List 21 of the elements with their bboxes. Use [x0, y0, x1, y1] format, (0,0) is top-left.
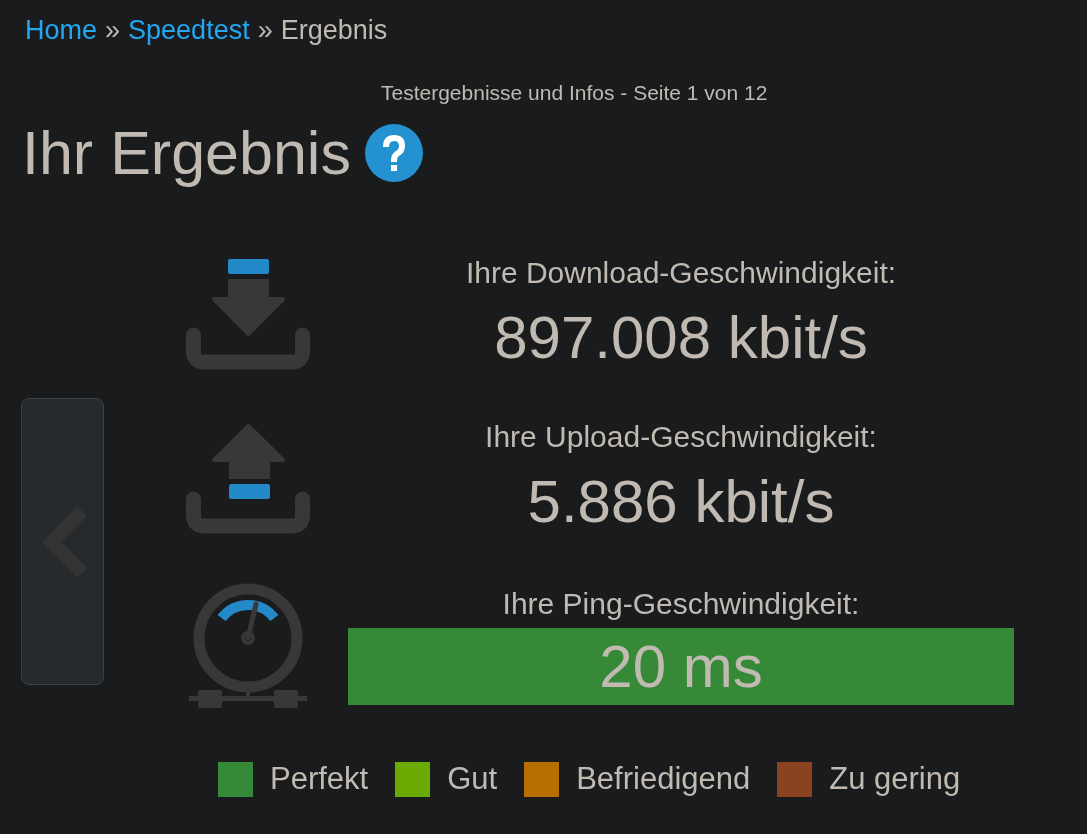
legend-label: Befriedigend [576, 760, 751, 798]
result-label: Ihre Download-Geschwindigkeit: [465, 255, 897, 291]
upload-icon [185, 422, 311, 534]
breadcrumb-separator: » [257, 14, 273, 47]
result-label: Ihre Upload-Geschwindigkeit: [485, 419, 877, 455]
breadcrumb-current: Ergebnis [280, 14, 388, 47]
download-icon [185, 258, 311, 370]
breadcrumb-link[interactable]: Speedtest [128, 12, 250, 48]
legend-label: Zu gering [829, 760, 961, 798]
legend-label: Perfekt [270, 760, 369, 798]
breadcrumb-link[interactable]: Home [25, 12, 98, 48]
legend-label: Gut [447, 760, 498, 798]
ping-result-bar: 20 ms [348, 628, 1014, 705]
gauge-icon [189, 583, 307, 708]
page-title: Ihr Ergebnis [22, 118, 351, 188]
breadcrumb-separator: » [105, 14, 121, 47]
page-info: Testergebnisse und Infos - Seite 1 von 12 [381, 80, 768, 106]
result-value: 897.008 kbit/s [494, 303, 868, 373]
help-icon[interactable] [364, 124, 423, 182]
result-value: 5.886 kbit/s [527, 467, 835, 537]
result-label: Ihre Ping-Geschwindigkeit: [502, 586, 860, 622]
